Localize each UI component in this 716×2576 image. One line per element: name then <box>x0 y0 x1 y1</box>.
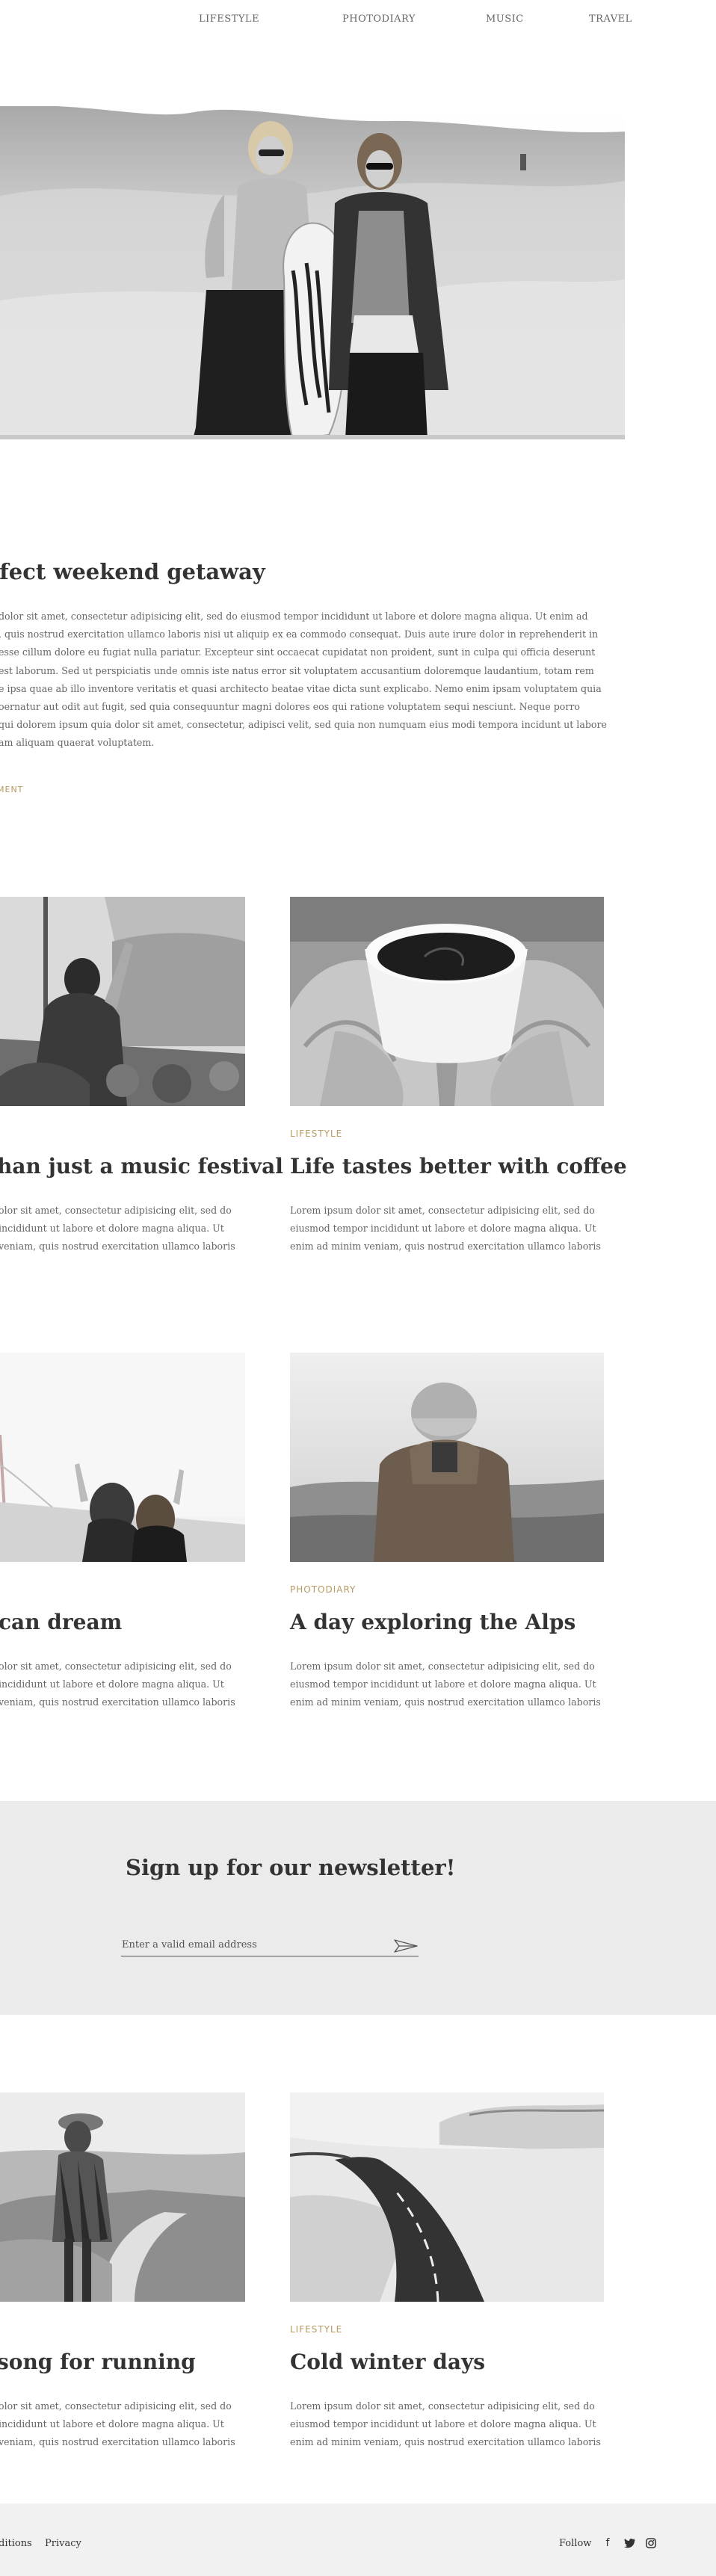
card-excerpt-line: incididunt ut labore et dolore magna ali… <box>0 1223 224 1234</box>
card-excerpt-line: Lorem ipsum dolor sit amet, consectetur … <box>290 1661 595 1672</box>
card-excerpt-line: Lorem ipsum dolor sit amet, consectetur … <box>290 1205 595 1216</box>
nav-item-photodiary[interactable]: PHOTODIARY <box>342 13 416 25</box>
article-title[interactable]: rfect weekend getaway <box>0 559 265 584</box>
newsletter-section: Sign up for our newsletter! <box>0 1801 716 2015</box>
card-image-music-festival[interactable] <box>0 897 245 1106</box>
card-excerpt: olor sit amet, consectetur adipisicing e… <box>0 1658 245 1711</box>
card-excerpt-line: veniam, quis nostrud exercitation ullamc… <box>0 1696 235 1708</box>
twitter-icon[interactable] <box>623 2536 637 2550</box>
card-excerpt: Lorem ipsum dolor sit amet, consectetur … <box>290 1658 604 1711</box>
card-title[interactable]: han just a music festival <box>0 1154 283 1179</box>
footer-link-privacy[interactable]: Privacy <box>45 2538 81 2549</box>
card-excerpt-line: olor sit amet, consectetur adipisicing e… <box>0 1661 232 1672</box>
article-body: dolor sit amet, consectetur adipisicing … <box>0 608 607 753</box>
article-line: dolor sit amet, consectetur adipisicing … <box>0 611 588 622</box>
card-excerpt-line: veniam, quis nostrud exercitation ullamc… <box>0 1241 235 1252</box>
card-title[interactable]: can dream <box>0 1610 122 1634</box>
footer-link-conditions[interactable]: ditions <box>0 2538 32 2549</box>
card-title[interactable]: Cold winter days <box>290 2350 485 2374</box>
card-excerpt-line: eiusmod tempor incididunt ut labore et d… <box>290 1678 596 1690</box>
card-image-alps[interactable] <box>290 1353 604 1562</box>
card-excerpt: Lorem ipsum dolor sit amet, consectetur … <box>290 2397 604 2451</box>
top-nav: LIFESTYLE PHOTODIARY MUSIC TRAVEL <box>0 0 716 39</box>
card-excerpt-line: olor sit amet, consectetur adipisicing e… <box>0 1205 232 1216</box>
card-excerpt-line: enim ad minim veniam, quis nostrud exerc… <box>290 1241 601 1252</box>
card-excerpt-line: enim ad minim veniam, quis nostrud exerc… <box>290 2436 601 2447</box>
email-input[interactable] <box>121 1934 419 1956</box>
nav-item-travel[interactable]: TRAVEL <box>589 13 632 25</box>
comment-link[interactable]: MENT <box>0 785 23 794</box>
newsletter-title: Sign up for our newsletter! <box>126 1855 456 1880</box>
card-excerpt-line: enim ad minim veniam, quis nostrud exerc… <box>290 1696 601 1708</box>
card-category[interactable]: LIFESTYLE <box>290 1128 342 1139</box>
card-excerpt-line: Lorem ipsum dolor sit amet, consectetur … <box>290 2400 595 2412</box>
article-line: oernatur aut odit aut fugit, sed quia co… <box>0 701 580 713</box>
card-image-running[interactable] <box>0 2092 245 2302</box>
card-title[interactable]: Life tastes better with coffee <box>290 1154 627 1179</box>
article-line: qui dolorem ipsum quia dolor sit amet, c… <box>0 719 607 731</box>
card-category[interactable]: LIFESTYLE <box>290 2324 342 2335</box>
nav-item-music[interactable]: MUSIC <box>486 13 524 25</box>
card-excerpt-line: eiusmod tempor incididunt ut labore et d… <box>290 1223 596 1234</box>
card-image-dream[interactable] <box>0 1353 245 1562</box>
card-title[interactable]: A day exploring the Alps <box>290 1610 575 1634</box>
instagram-icon[interactable] <box>644 2536 658 2550</box>
card-excerpt-line: incididunt ut labore et dolore magna ali… <box>0 2418 224 2430</box>
card-excerpt: olor sit amet, consectetur adipisicing e… <box>0 2397 245 2451</box>
article-line: am aliquam quaerat voluptatem. <box>0 737 155 749</box>
hero-image[interactable] <box>0 106 625 439</box>
card-image-winter[interactable] <box>290 2092 604 2302</box>
article-line: , quis nostrud exercitation ullamco labo… <box>0 628 599 640</box>
card-excerpt: olor sit amet, consectetur adipisicing e… <box>0 1202 245 1255</box>
card-title[interactable]: song for running <box>0 2350 196 2374</box>
article-line: esse cillum dolore eu fugiat nulla paria… <box>0 646 596 658</box>
footer: ditions Privacy Follow f <box>0 2504 716 2576</box>
card-image-coffee[interactable] <box>290 897 604 1106</box>
paper-plane-icon[interactable] <box>393 1939 419 1953</box>
card-category[interactable]: PHOTODIARY <box>290 1584 356 1595</box>
card-excerpt-line: veniam, quis nostrud exercitation ullamc… <box>0 2436 235 2447</box>
article-line: est laborum. Sed ut perspiciatis unde om… <box>0 664 594 676</box>
article-line: e ipsa quae ab illo inventore veritatis … <box>0 682 602 694</box>
card-excerpt-line: eiusmod tempor incididunt ut labore et d… <box>290 2418 596 2430</box>
card-excerpt-line: olor sit amet, consectetur adipisicing e… <box>0 2400 232 2412</box>
follow-label: Follow <box>559 2538 592 2549</box>
facebook-icon[interactable]: f <box>601 2536 614 2550</box>
card-excerpt-line: incididunt ut labore et dolore magna ali… <box>0 1678 224 1690</box>
card-excerpt: Lorem ipsum dolor sit amet, consectetur … <box>290 1202 604 1255</box>
nav-item-lifestyle[interactable]: LIFESTYLE <box>199 13 259 25</box>
